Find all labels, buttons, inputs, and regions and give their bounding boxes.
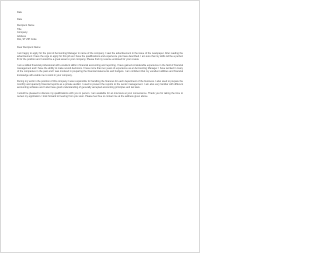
paragraph-3: During my work in the position of this c… [17,79,183,89]
address-block: Dale Date Recipient Name Title Company A… [17,11,183,42]
paragraph-1: I am happy to apply for the post of Acco… [17,51,183,61]
salutation: Dear Recipient Name: [17,45,41,49]
letter-page: Dale Date Recipient Name Title Company A… [0,0,200,253]
paragraph-2: I am a skilled financial professional wi… [17,64,183,77]
paragraph-4: I would be pleased to discuss my qualifi… [17,92,183,99]
